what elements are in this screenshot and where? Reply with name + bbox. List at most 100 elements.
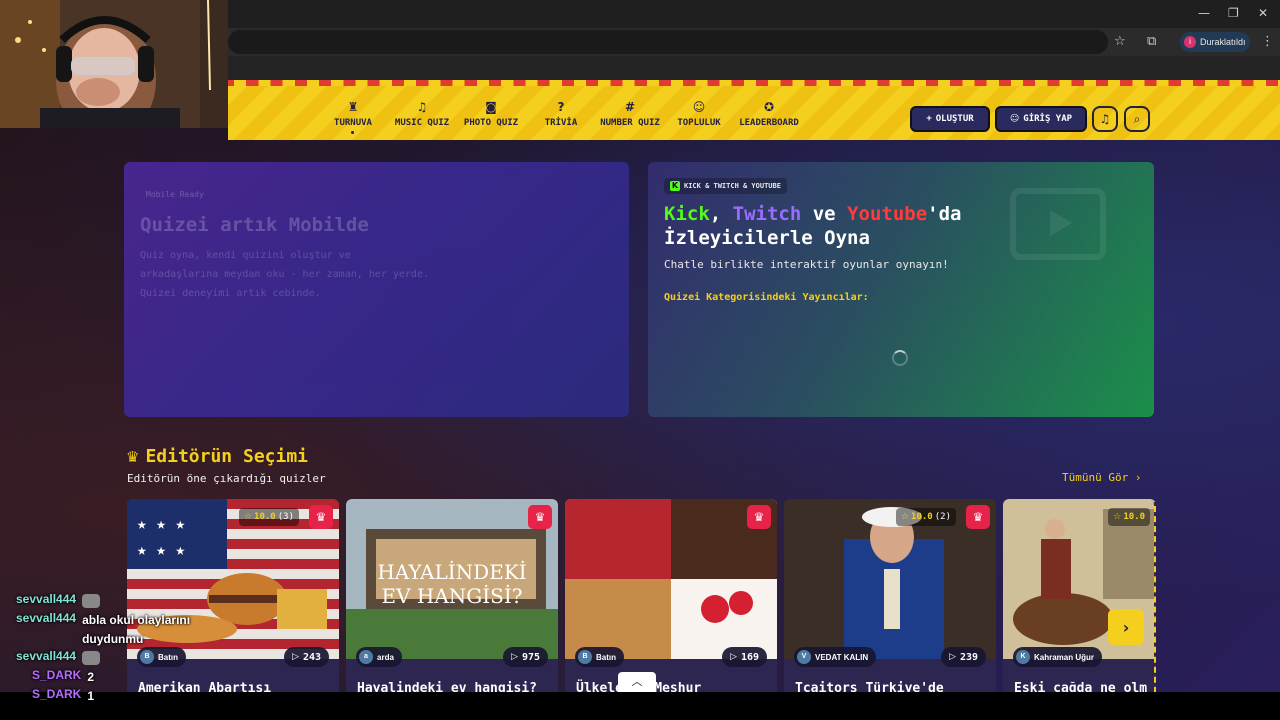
- youtube-word: Youtube: [847, 203, 928, 225]
- card-image-text: HAYALİNDEKİ: [377, 560, 526, 584]
- nav-item-number-quiz[interactable]: # NUMBER QUIZ: [600, 100, 660, 128]
- crown-icon: ♛: [126, 447, 140, 466]
- nav-item-photo-quiz[interactable]: ◙ PHOTO QUIZ: [464, 100, 518, 128]
- crown-icon[interactable]: ♛: [747, 505, 771, 529]
- user-icon: ☺: [1009, 114, 1020, 124]
- avatar: V: [797, 650, 811, 664]
- quiz-thumbnail: [784, 499, 996, 659]
- cat-emote-icon: [82, 594, 101, 608]
- chat-text: 2: [87, 670, 95, 684]
- nav-item-leaderboard[interactable]: ✪ LEADERBOARD: [739, 100, 799, 128]
- quiz-thumbnail: [565, 499, 777, 659]
- title-suffix: 'da: [927, 203, 962, 225]
- star-icon[interactable]: ☆: [1114, 34, 1126, 49]
- nav-label: PHOTO QUIZ: [463, 118, 519, 128]
- play-count: ▷ 243: [284, 647, 329, 667]
- platform-chip: K KICK & TWITCH & YOUTUBE: [664, 178, 787, 194]
- kebab-menu-icon[interactable]: ⋮: [1261, 34, 1274, 49]
- author-chip[interactable]: V VEDAT KALIN: [794, 647, 877, 667]
- nav-item-tri̇vi̇a[interactable]: ? TRİVİA: [545, 100, 578, 128]
- see-all-link[interactable]: Tümünü Gör ›: [1062, 471, 1141, 484]
- rating-count: (2): [934, 512, 951, 522]
- login-button[interactable]: ☺ GİRİŞ YAP: [995, 106, 1087, 132]
- avatar: a: [359, 650, 373, 664]
- play-count: ▷ 169: [722, 647, 767, 667]
- avatar: K: [1016, 650, 1030, 664]
- plus-icon: +: [926, 114, 932, 124]
- author-name: arda: [377, 652, 394, 662]
- svg-text:★ ★ ★: ★ ★ ★: [137, 514, 186, 533]
- nav-label: LEADERBOARD: [739, 118, 799, 128]
- minimize-icon[interactable]: —: [1198, 6, 1210, 20]
- rating-count: (3): [277, 512, 294, 522]
- author-name: Kahraman Uğur: [1034, 652, 1095, 662]
- nav-label: TURNUVA: [334, 118, 372, 128]
- author-name: VEDAT KALIN: [815, 652, 869, 662]
- quiz-card[interactable]: ☆ 10.0 K Kahraman Uğur Eski çağda ne olm: [1003, 499, 1156, 692]
- author-name: Batın: [596, 652, 616, 662]
- author-chip[interactable]: B Batın: [575, 647, 624, 667]
- quiz-card[interactable]: ♛ B Batın ▷ 169 Ülkelerin Meşhur: [565, 499, 777, 692]
- chat-message: sevvall444 abla okul olaylarını duydunmu: [16, 611, 216, 649]
- bell-icon[interactable]: ♫: [1092, 106, 1118, 132]
- nav-label: NUMBER QUIZ: [600, 118, 660, 128]
- play-icon: ▷: [949, 652, 956, 662]
- badge-icon: ✪: [763, 100, 775, 114]
- editors-choice-subtitle: Editörün öne çıkardığı quizler: [127, 472, 326, 485]
- webcam-overlay: [0, 0, 228, 128]
- play-count-value: 169: [740, 651, 759, 663]
- streamer-category-label: Quizei Kategorisindeki Yayıncılar:: [664, 292, 869, 303]
- star-icon: ☆: [243, 512, 253, 522]
- search-icon[interactable]: ⌕: [1124, 106, 1150, 132]
- star-icon: ☆: [900, 512, 910, 522]
- play-count-value: 243: [302, 651, 321, 663]
- author-chip[interactable]: a arda: [356, 647, 402, 667]
- crown-icon[interactable]: ♛: [309, 505, 333, 529]
- active-indicator: [351, 131, 355, 134]
- nav-item-music-quiz[interactable]: ♫ MUSIC QUIZ: [395, 100, 449, 128]
- chat-username: sevvall444: [16, 649, 77, 663]
- profile-label: Duraklatıldı: [1200, 37, 1246, 47]
- chat-text: 1: [87, 689, 95, 703]
- crown-icon[interactable]: ♛: [966, 505, 990, 529]
- play-count: ▷ 239: [941, 647, 986, 667]
- streamer-promo-card[interactable]: K KICK & TWITCH & YOUTUBE Kick, Twitch v…: [648, 162, 1154, 417]
- play-count-value: 975: [521, 651, 540, 663]
- nav-item-turnuva[interactable]: ♜ TURNUVA: [334, 100, 372, 134]
- mobile-promo-card[interactable]: Mobile Ready Quizei artık Mobilde Quiz o…: [124, 162, 629, 417]
- quiz-title: Tcaitors Türkiye'de: [795, 681, 944, 692]
- author-chip[interactable]: K Kahraman Uğur: [1013, 647, 1103, 667]
- site-header: ♜ TURNUVA ♫ MUSIC QUIZ ◙ PHOTO QUIZ? TRİVİA # NU…: [228, 80, 1280, 140]
- stream-chat: sevvall444 sevvall444 abla okul olaylarını…: [16, 592, 216, 706]
- avatar: B: [578, 650, 592, 664]
- quiz-thumbnail: HAYALİNDEKİ EV HANGİSİ?: [346, 499, 558, 659]
- tv-play-icon: [1010, 188, 1106, 260]
- quiz-card[interactable]: HAYALİNDEKİ EV HANGİSİ? ♛ a arda ▷ 975 Hayalind…: [346, 499, 558, 692]
- users-icon: ☺: [692, 100, 706, 114]
- title-conjunction: ve: [801, 203, 848, 225]
- carousel-next-button[interactable]: ›: [1108, 609, 1144, 645]
- rating-badge: ☆ 10.0 (2): [895, 508, 956, 526]
- title-separator: ,: [709, 203, 733, 225]
- restore-icon[interactable]: ❐: [1228, 6, 1239, 20]
- scroll-up-button[interactable]: ︿: [618, 672, 656, 692]
- create-label: OLUŞTUR: [935, 114, 974, 124]
- kick-icon: K: [670, 181, 680, 191]
- cat-emote-icon: [82, 651, 101, 665]
- play-count: ▷ 975: [503, 647, 548, 667]
- puzzle-icon[interactable]: ⧉: [1147, 34, 1156, 49]
- nav-item-topluluk[interactable]: ☺ TOPLULUK: [677, 100, 720, 128]
- create-button[interactable]: + OLUŞTUR: [910, 106, 990, 132]
- quiz-card[interactable]: ♛ ☆ 10.0 (2) V VEDAT KALIN ▷ 239 Tcaitors Türkiy…: [784, 499, 996, 692]
- nav-label: MUSIC QUIZ: [394, 118, 450, 128]
- streamer-promo-subtitle: Chatle birlikte interaktif oyunlar oynay…: [664, 258, 949, 271]
- mobile-promo-description: Quiz oyna, kendi quizini oluştur ve arka…: [140, 250, 429, 299]
- close-icon[interactable]: ✕: [1258, 6, 1268, 20]
- loading-spinner: [892, 350, 908, 366]
- profile-button[interactable]: i Duraklatıldı: [1180, 32, 1250, 52]
- svg-text:★ ★ ★: ★ ★ ★: [137, 540, 186, 559]
- rating-value: 10.0: [254, 512, 276, 522]
- address-bar[interactable]: [228, 30, 1108, 54]
- chat-message: sevvall444: [16, 649, 216, 668]
- crown-icon[interactable]: ♛: [528, 505, 552, 529]
